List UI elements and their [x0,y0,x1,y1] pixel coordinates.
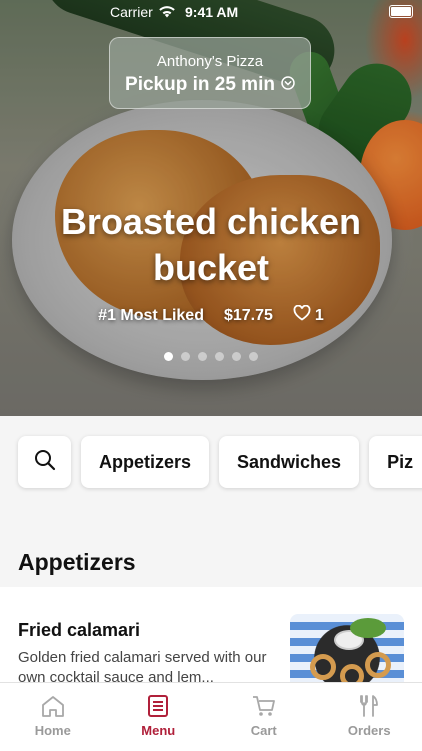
orders-icon [317,693,422,719]
carousel-dot[interactable] [198,352,207,361]
battery-icon [389,5,413,18]
likes-count: 1 [315,307,324,325]
carousel-dots[interactable] [0,352,422,361]
home-icon [0,693,106,719]
carousel-dot[interactable] [215,352,224,361]
carousel-dot[interactable] [181,352,190,361]
featured-price: $17.75 [224,307,273,325]
chevron-down-circle-icon [281,74,295,96]
tab-menu-label: Menu [106,723,212,738]
category-chip-pizza[interactable]: Piz [369,436,422,488]
featured-title: Broasted chicken bucket [0,199,422,291]
status-time: 9:41 AM [185,4,238,20]
category-chip-appetizers[interactable]: Appetizers [81,436,209,488]
featured-rank: #1 Most Liked [98,307,204,325]
tab-home-label: Home [0,723,106,738]
featured-hero[interactable]: Carrier 9:41 AM Anthony's Pizza Pickup i… [0,0,422,416]
cart-icon [211,693,317,719]
menu-item-name: Fried calamari [18,620,140,641]
tab-orders-label: Orders [317,723,422,738]
menu-icon [106,693,212,719]
store-name: Anthony's Pizza [110,53,310,70]
status-bar: Carrier 9:41 AM [0,0,422,24]
pickup-label: Pickup in 25 min [125,74,275,96]
carrier-label: Carrier [110,4,153,20]
category-chip-sandwiches[interactable]: Sandwiches [219,436,359,488]
search-button[interactable] [18,436,71,488]
menu-item[interactable]: Fried calamari Golden fried calamari ser… [0,587,422,687]
tab-orders[interactable]: Orders [317,683,422,751]
tab-bar: Home Menu Cart Orders [0,682,422,751]
carousel-dot[interactable] [232,352,241,361]
carousel-dot[interactable] [164,352,173,361]
search-icon [33,448,57,477]
featured-likes[interactable]: 1 [293,305,324,326]
section-title: Appetizers [18,549,136,576]
pickup-time: Pickup in 25 min [110,74,310,96]
category-bar: Appetizers Sandwiches Piz [0,416,422,512]
tab-home[interactable]: Home [0,683,106,751]
tab-cart[interactable]: Cart [211,683,317,751]
tab-menu[interactable]: Menu [106,683,212,751]
featured-meta: #1 Most Liked $17.75 1 [0,305,422,326]
carousel-dot[interactable] [249,352,258,361]
store-selector[interactable]: Anthony's Pizza Pickup in 25 min [109,37,311,109]
heart-icon [293,305,311,326]
wifi-icon [158,5,176,21]
tab-cart-label: Cart [211,723,317,738]
section-header: Appetizers [0,535,422,588]
